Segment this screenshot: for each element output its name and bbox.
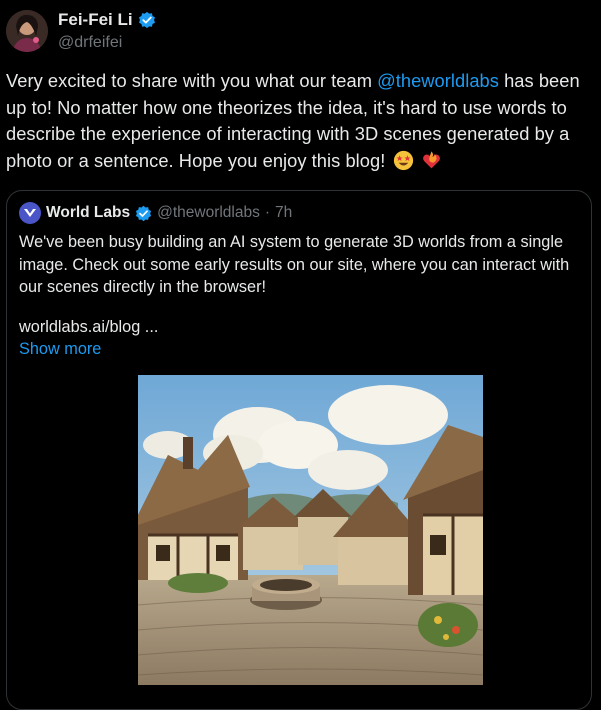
quote-author-name[interactable]: World Labs	[46, 204, 130, 222]
tweet-text-before: Very excited to share with you what our …	[6, 70, 378, 91]
mention-link[interactable]: @theworldlabs	[377, 70, 499, 91]
author-avatar[interactable]	[6, 10, 48, 52]
fire-heart-emoji-icon	[422, 150, 440, 168]
verified-badge-icon	[138, 11, 155, 29]
quoted-tweet-card[interactable]: World Labs @theworldlabs · 7h We've been…	[6, 190, 592, 710]
quote-text: We've been busy building an AI system to…	[19, 233, 570, 296]
quote-verified-badge-icon	[136, 205, 152, 221]
quote-link[interactable]: worldlabs.ai/blog ...	[19, 318, 158, 337]
author-name[interactable]: Fei-Fei Li	[58, 10, 133, 30]
quote-timestamp[interactable]: 7h	[275, 204, 292, 222]
show-more-link[interactable]: Show more	[19, 340, 101, 359]
village-scene-image[interactable]	[138, 375, 483, 685]
world-labs-logo-icon[interactable]	[19, 202, 41, 224]
avatar-image	[6, 10, 48, 52]
star-struck-emoji-icon	[393, 150, 413, 170]
world-labs-mark	[24, 209, 36, 217]
tweet-text: Very excited to share with you what our …	[6, 68, 596, 174]
quote-author-handle[interactable]: @theworldlabs	[157, 204, 260, 222]
author-handle[interactable]: @drfeifei	[58, 34, 122, 52]
quote-separator: ·	[264, 204, 271, 221]
village-scene-illustration	[138, 375, 483, 685]
